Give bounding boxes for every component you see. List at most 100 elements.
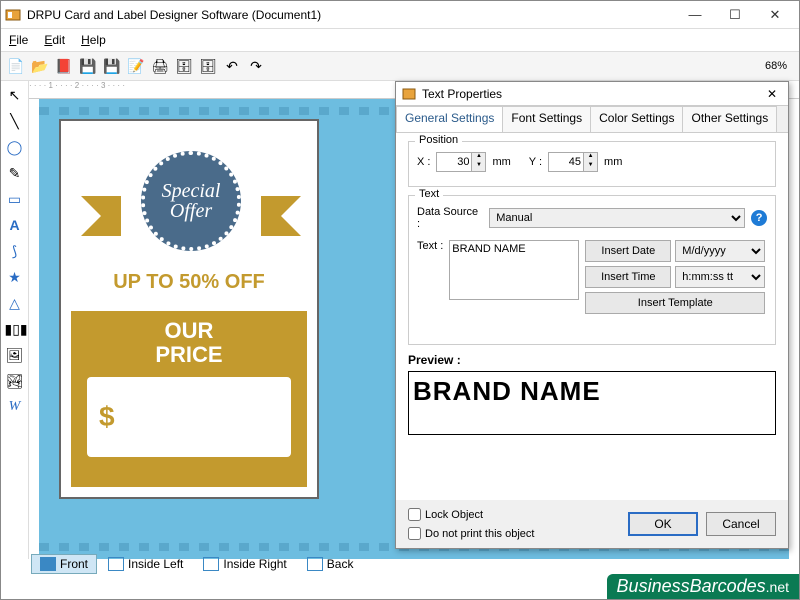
dialog-footer: Lock Object Do not print this object OK …	[396, 500, 788, 548]
text-textarea[interactable]: BRAND NAME	[449, 240, 579, 300]
design-card[interactable]: Special Offer UP TO 50% OFF OUR PRICE $	[59, 119, 319, 499]
rect-tool-icon[interactable]: ▭	[5, 189, 25, 209]
ok-button[interactable]: OK	[628, 512, 698, 536]
save-as-icon[interactable]: 💾	[101, 55, 123, 77]
watermark: BusinessBarcodes.net	[607, 574, 799, 599]
page-tabs: Front Inside Left Inside Right Back	[31, 551, 362, 577]
print-icon[interactable]: 🖨	[149, 55, 171, 77]
lock-object-checkbox[interactable]: Lock Object	[408, 508, 534, 521]
x-input[interactable]	[437, 153, 471, 171]
position-group: Position X : ▲▼ mm Y : ▲▼ mm	[408, 141, 776, 187]
text-tool-icon[interactable]: A	[5, 215, 25, 235]
help-icon[interactable]: ?	[751, 210, 767, 226]
save-icon[interactable]: 💾	[77, 55, 99, 77]
text-label: Text :	[417, 240, 443, 252]
arc-tool-icon[interactable]: ⟆	[5, 241, 25, 261]
tab-font-settings[interactable]: Font Settings	[502, 106, 591, 132]
tab-other-settings[interactable]: Other Settings	[682, 106, 777, 132]
menubar: File Edit Help	[1, 29, 799, 51]
x-spinner[interactable]: ▲▼	[436, 152, 486, 172]
edit-icon[interactable]: 📝	[125, 55, 147, 77]
line-tool-icon[interactable]: ╲	[5, 111, 25, 131]
dialog-tabs: General Settings Font Settings Color Set…	[396, 106, 788, 132]
text-group-label: Text	[415, 188, 443, 200]
triangle-tool-icon[interactable]: △	[5, 293, 25, 313]
database2-icon[interactable]: 🗄	[197, 55, 219, 77]
window-titlebar: DRPU Card and Label Designer Software (D…	[1, 1, 799, 29]
undo-icon[interactable]: ↶	[221, 55, 243, 77]
currency-symbol: $	[99, 401, 115, 433]
x-up-icon[interactable]: ▲	[471, 153, 485, 162]
close-file-icon[interactable]: 📕	[53, 55, 75, 77]
insert-template-button[interactable]: Insert Template	[585, 292, 765, 314]
open-icon[interactable]: 📂	[29, 55, 51, 77]
wordart-tool-icon[interactable]: W	[5, 397, 25, 417]
y-spinner[interactable]: ▲▼	[548, 152, 598, 172]
dialog-icon	[402, 87, 416, 101]
menu-help[interactable]: Help	[81, 33, 106, 47]
date-format-select[interactable]: M/d/yyyy	[675, 240, 765, 262]
redo-icon[interactable]: ↷	[245, 55, 267, 77]
price-block: OUR PRICE $	[71, 311, 307, 487]
y-unit: mm	[604, 156, 622, 168]
data-source-label: Data Source :	[417, 206, 483, 230]
book-icon	[307, 557, 323, 571]
window-title: DRPU Card and Label Designer Software (D…	[27, 8, 675, 22]
close-button[interactable]: ✕	[755, 1, 795, 29]
pencil-tool-icon[interactable]: ✎	[5, 163, 25, 183]
tab-back[interactable]: Back	[298, 554, 363, 574]
book-icon	[40, 557, 56, 571]
x-down-icon[interactable]: ▼	[471, 162, 485, 171]
image-tool-icon[interactable]: 🖼	[5, 345, 25, 365]
position-group-label: Position	[415, 134, 462, 146]
price-box: $	[87, 377, 291, 457]
minimize-button[interactable]: —	[675, 1, 715, 29]
database-icon[interactable]: 🗄	[173, 55, 195, 77]
select-tool-icon[interactable]: ↖	[5, 85, 25, 105]
cancel-button[interactable]: Cancel	[706, 512, 776, 536]
badge-text-1: Special	[162, 181, 221, 201]
y-input[interactable]	[549, 153, 583, 171]
tab-inside-left[interactable]: Inside Left	[99, 554, 192, 574]
dialog-body: Position X : ▲▼ mm Y : ▲▼ mm Text Data S…	[396, 132, 788, 500]
do-not-print-checkbox[interactable]: Do not print this object	[408, 527, 534, 540]
insert-column: Insert DateM/d/yyyy Insert Timeh:mm:ss t…	[585, 240, 765, 314]
maximize-button[interactable]: ☐	[715, 1, 755, 29]
preview-box: BRAND NAME	[408, 371, 776, 435]
dialog-close-button[interactable]: ✕	[762, 87, 782, 101]
x-label: X :	[417, 156, 430, 168]
our-label: OUR	[79, 319, 299, 343]
main-toolbar: 📄 📂 📕 💾 💾 📝 🖨 🗄 🗄 ↶ ↷ 68%	[1, 51, 799, 81]
y-down-icon[interactable]: ▼	[583, 162, 597, 171]
tab-inside-right[interactable]: Inside Right	[194, 554, 295, 574]
x-unit: mm	[492, 156, 510, 168]
zoom-value[interactable]: 68%	[765, 60, 795, 72]
y-label: Y :	[529, 156, 542, 168]
y-up-icon[interactable]: ▲	[583, 153, 597, 162]
dialog-titlebar: Text Properties ✕	[396, 82, 788, 106]
new-icon[interactable]: 📄	[5, 55, 27, 77]
offer-text: UP TO 50% OFF	[61, 271, 317, 294]
barcode-tool-icon[interactable]: ▮▯▮	[5, 319, 25, 339]
tab-front[interactable]: Front	[31, 554, 97, 574]
star-tool-icon[interactable]: ★	[5, 267, 25, 287]
badge-text-2: Offer	[170, 201, 212, 221]
insert-time-button[interactable]: Insert Time	[585, 266, 671, 288]
data-source-select[interactable]: Manual	[489, 208, 745, 228]
tab-general-settings[interactable]: General Settings	[396, 106, 503, 132]
preview-section: Preview : BRAND NAME	[408, 353, 776, 435]
picture-tool-icon[interactable]: 🏞	[5, 371, 25, 391]
menu-edit[interactable]: Edit	[44, 33, 65, 47]
preview-label: Preview :	[408, 353, 776, 367]
insert-date-button[interactable]: Insert Date	[585, 240, 671, 262]
badge-circle: Special Offer	[141, 151, 241, 251]
left-toolbox: ↖ ╲ ◯ ✎ ▭ A ⟆ ★ △ ▮▯▮ 🖼 🏞 W	[1, 81, 29, 559]
dialog-title: Text Properties	[422, 87, 502, 101]
time-format-select[interactable]: h:mm:ss tt	[675, 266, 765, 288]
menu-file[interactable]: File	[9, 33, 28, 47]
book-icon	[203, 557, 219, 571]
tab-color-settings[interactable]: Color Settings	[590, 106, 683, 132]
text-properties-dialog: Text Properties ✕ General Settings Font …	[395, 81, 789, 549]
ellipse-tool-icon[interactable]: ◯	[5, 137, 25, 157]
price-label: PRICE	[79, 343, 299, 367]
